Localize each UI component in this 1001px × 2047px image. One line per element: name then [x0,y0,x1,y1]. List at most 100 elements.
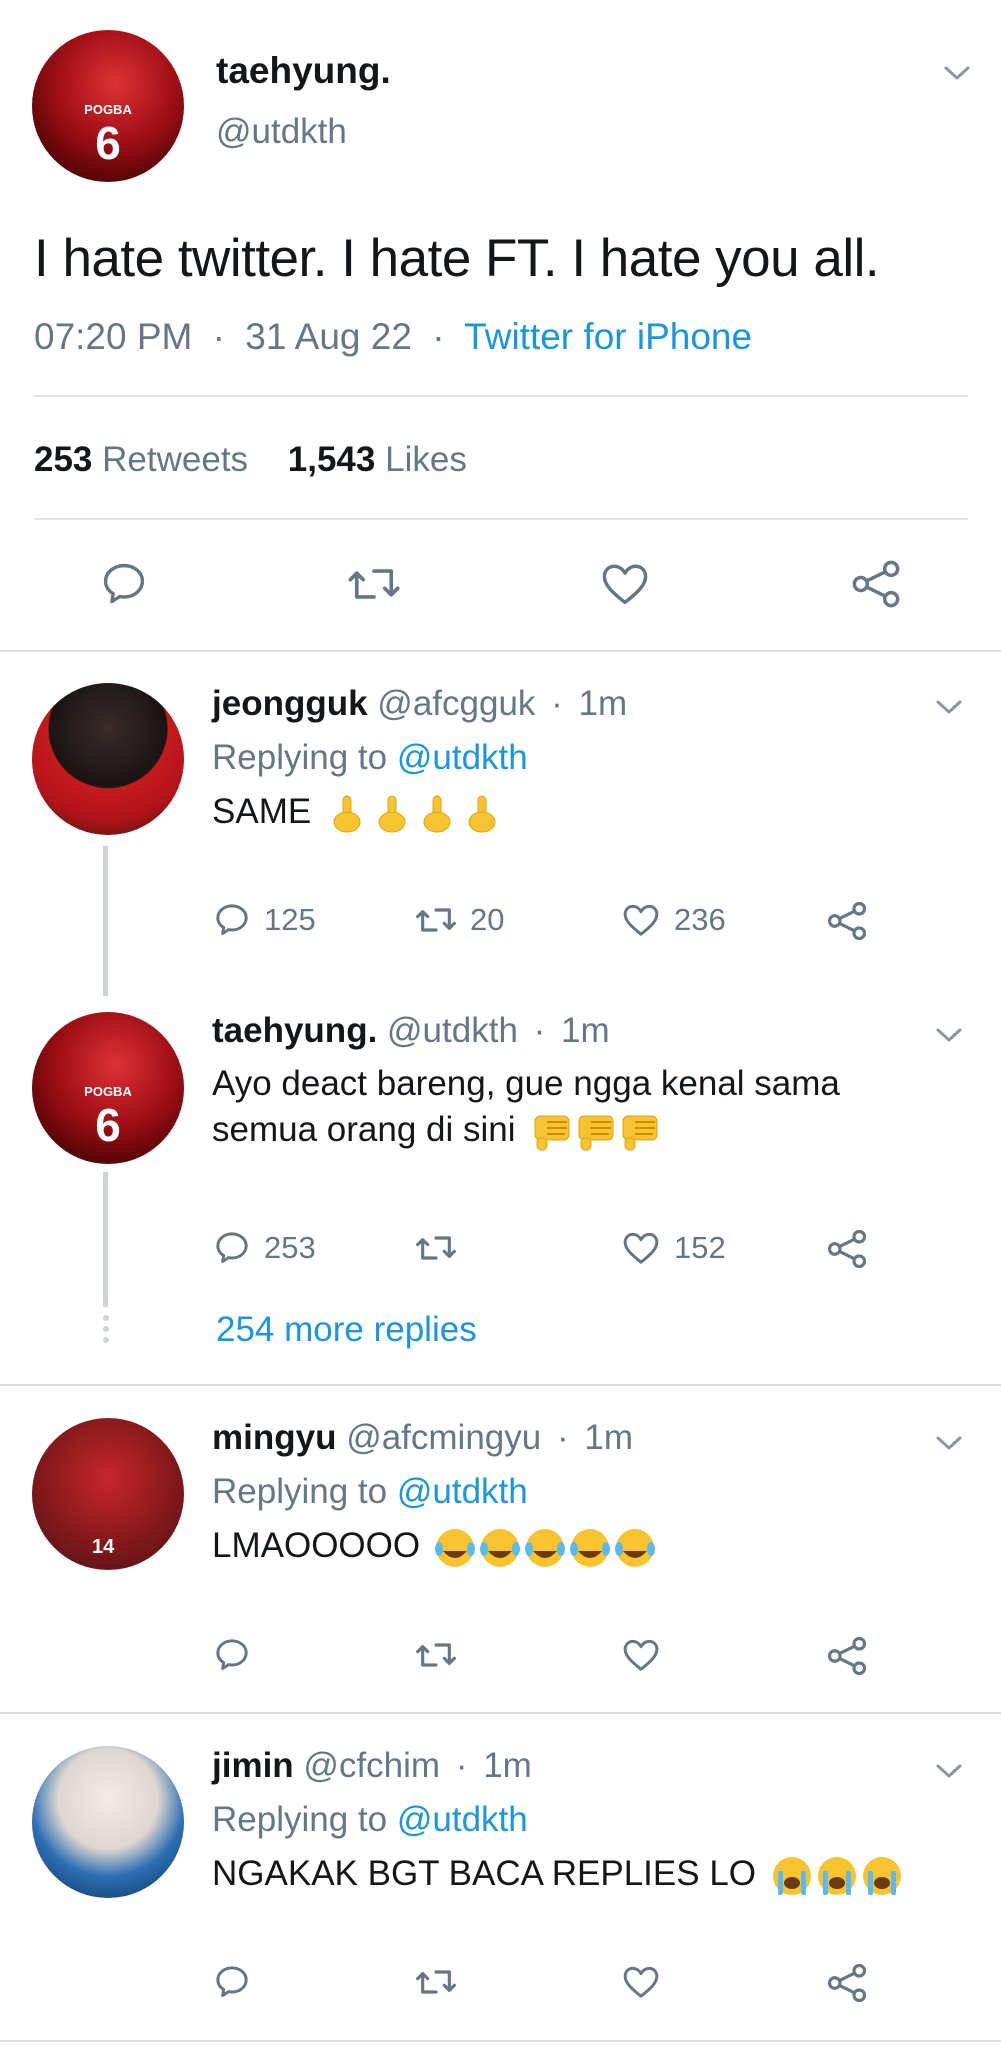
replying-to-handle[interactable]: @utdkth [397,738,528,777]
retweets-label: Retweets [102,440,249,479]
reply-author-handle[interactable]: @utdkth [387,1011,518,1050]
share-button[interactable] [850,558,902,610]
replying-to: Replying to @utdkth [212,1800,528,1840]
reply-author-name[interactable]: taehyung. [212,1011,377,1050]
crying-laughing-emoji-icon [434,1528,655,1567]
replying-to: Replying to @utdkth [212,738,528,778]
more-replies-link[interactable]: 254 more replies [216,1310,477,1350]
share-icon [827,1636,867,1676]
reply-icon [216,904,248,935]
likes-stat[interactable]: 1,543 Likes [288,440,467,479]
share-icon [827,1229,867,1269]
share-icon [827,1963,867,2003]
share-button[interactable] [826,1635,868,1677]
reply-button[interactable] [212,1635,252,1675]
chevron-down-icon[interactable] [944,66,970,80]
separator: · [212,316,225,357]
like-button[interactable] [598,558,652,610]
retweet-button[interactable] [414,1962,458,2002]
like-button[interactable] [620,1635,662,1675]
tweet-source-link[interactable]: Twitter for iPhone [464,316,752,357]
retweet-button[interactable] [414,1228,458,1268]
chevron-down-icon[interactable] [936,700,962,714]
retweet-icon [348,569,400,599]
reply-text-line2: semua orang di sini [212,1110,516,1149]
heart-icon [623,1232,659,1264]
retweet-icon [416,1643,456,1667]
tweet-meta: 07:20 PM · 31 Aug 22 · Twitter for iPhon… [34,316,752,358]
like-button[interactable] [620,1962,662,2002]
avatar[interactable]: POGBA 6 [32,30,184,182]
avatar[interactable] [32,683,184,835]
reply-button[interactable]: 125 [212,900,316,940]
like-count: 152 [674,1230,726,1265]
chevron-down-icon[interactable] [936,1028,962,1042]
reply-header: jeongguk @afcgguk · 1m [212,684,627,724]
retweet-button[interactable] [346,558,402,610]
retweet-count: 20 [470,902,505,937]
retweet-icon [416,1970,456,1994]
avatar-jersey-number: 6 [95,1099,121,1151]
heart-icon [623,1966,659,1998]
reply-icon [216,1966,248,1997]
like-button[interactable]: 236 [620,900,726,940]
reply-count: 125 [264,902,316,937]
middle-finger-emoji-icon [333,795,496,833]
retweet-button[interactable]: 20 [414,900,504,940]
avatar-jersey-text: POGBA [84,102,132,117]
heart-icon [623,904,659,936]
retweet-button[interactable] [414,1635,458,1675]
author-name[interactable]: taehyung. [216,50,391,92]
avatar[interactable]: 14 [32,1418,184,1570]
reply-text-line1: Ayo deact bareng, gue ngga kenal sama [212,1064,840,1103]
reply-text: SAME [212,792,507,834]
section-divider [0,2040,1001,2042]
share-button[interactable] [826,1228,868,1270]
reply-text: NGAKAK BGT BACA REPLIES LO [212,1854,906,1897]
avatar[interactable] [32,1746,184,1898]
share-button[interactable] [826,900,868,942]
author-handle[interactable]: @utdkth [216,112,347,152]
reply-icon [216,1232,248,1263]
likes-count: 1,543 [287,440,376,479]
replying-to-label: Replying to [212,738,388,777]
replying-to-label: Replying to [212,1800,388,1839]
replying-to-label: Replying to [212,1472,388,1511]
tweet-text: I hate twitter. I hate FT. I hate you al… [34,229,880,288]
reply-text: LMAOOOOO [212,1526,660,1569]
replying-to-handle[interactable]: @utdkth [397,1472,528,1511]
separator: · [533,1011,546,1050]
avatar-jersey-number: 14 [92,1536,115,1558]
reply-icon [216,1639,248,1670]
middle-finger-emoji-row [329,792,507,833]
likes-label: Likes [385,440,467,479]
reply-time: 1m [561,1011,610,1050]
reply-author-handle[interactable]: @cfchim [303,1746,440,1785]
replying-to-handle[interactable]: @utdkth [397,1800,528,1839]
share-icon [827,901,867,941]
thumbs-down-emoji-icon [534,1115,658,1151]
reply-text-content: LMAOOOOO [212,1526,421,1565]
retweets-stat[interactable]: 253 Retweets [34,440,258,479]
reply-author-handle[interactable]: @afcgguk [377,684,535,723]
reply-header: taehyung. @utdkth · 1m [212,1011,610,1051]
reply-button[interactable]: 253 [212,1228,316,1268]
like-button[interactable]: 152 [620,1228,726,1268]
separator: · [551,684,563,723]
chevron-down-icon[interactable] [936,1436,962,1450]
reply-button[interactable] [98,558,150,610]
reply-author-name[interactable]: mingyu [212,1418,336,1457]
reply-header: mingyu @afcmingyu · 1m [212,1418,633,1458]
reply-count: 253 [264,1230,316,1265]
thread-line [103,846,108,996]
avatar[interactable]: POGBA 6 [32,1012,184,1164]
share-button[interactable] [826,1962,868,2004]
reply-text: semua orang di sini [212,1110,665,1152]
reply-author-handle[interactable]: @afcmingyu [346,1418,541,1457]
reply-author-name[interactable]: jimin [212,1746,294,1785]
reply-button[interactable] [212,1962,252,2002]
reply-author-name[interactable]: jeongguk [212,684,368,723]
heart-icon [623,1639,659,1671]
chevron-down-icon[interactable] [936,1764,962,1778]
reply-header: jimin @cfchim · 1m [212,1746,532,1786]
